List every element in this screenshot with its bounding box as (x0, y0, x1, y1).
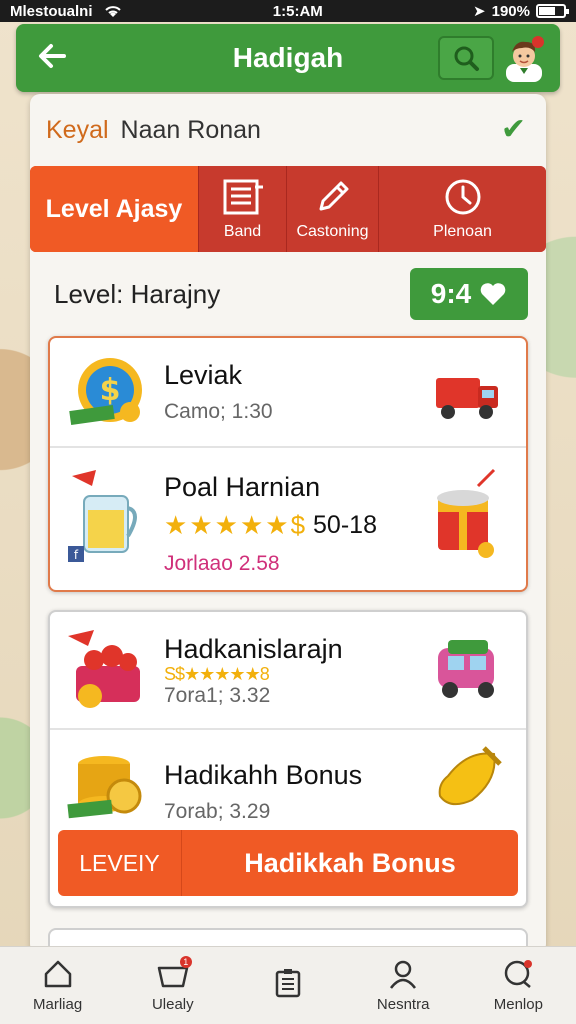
item-title: Hadkanislarajn (164, 634, 343, 664)
profile-avatar[interactable] (502, 34, 546, 82)
reward-card-1: $ Leviak Camo; 1:30 f Poal Harnian ★ ★ ★… (48, 336, 528, 592)
bonus-level-button[interactable]: LEVEIY (58, 830, 182, 896)
clipboard-icon (275, 968, 301, 997)
drink-cup-icon: f (68, 470, 137, 562)
gold-bell-icon (438, 746, 502, 806)
back-arrow-button[interactable] (32, 38, 72, 78)
clock-time: 1:5:AM (272, 2, 323, 20)
pencil-icon (319, 181, 348, 211)
bonus-claim-button[interactable]: Hadikkah Bonus (182, 830, 518, 896)
search-icon (454, 46, 479, 71)
tab-level[interactable]: Level Ajasy (30, 166, 198, 252)
nav-label: Menlop (493, 996, 543, 1013)
item-title: Hadikahh Bonus (164, 760, 363, 790)
tab-band-label: Band (223, 223, 262, 240)
rating-value: 50-18 (313, 511, 377, 539)
location-icon: ➤ (473, 3, 486, 20)
tab-band[interactable]: Band (198, 166, 286, 252)
list-item[interactable]: $ Leviak Camo; 1:30 (50, 338, 526, 448)
star-icon: ★ (214, 510, 238, 540)
wifi-icon (104, 6, 121, 17)
star-icon: ★ (239, 510, 264, 540)
list-icon (223, 179, 263, 215)
score-badge[interactable]: 9:4 (410, 268, 528, 320)
bonus-bar[interactable]: LEVEIY Hadikkah Bonus (58, 830, 518, 896)
score-value: 9:4 (430, 278, 472, 309)
nav-item-home[interactable]: Marliag (3, 958, 113, 1013)
chat-icon (505, 960, 533, 988)
search-button[interactable] (438, 36, 494, 80)
app-bar: Hadigah (16, 24, 560, 92)
item-title: Leviak (164, 360, 243, 390)
nav-label: Marliag (33, 996, 83, 1013)
rating-stars: S$★★★★★8 (164, 664, 270, 684)
header-label: Keyal (46, 115, 109, 144)
battery-percent: 190% (491, 2, 530, 20)
fruit-basket-icon (68, 630, 140, 708)
nav-label: Ulealy (151, 996, 194, 1013)
reward-card-2: Hadkanislarajn S$★★★★★8 7ora1; 3.32 Hadi… (48, 610, 528, 908)
profile-icon (390, 960, 417, 989)
coin-stack-icon (67, 756, 142, 819)
item-subtitle: Jorlaao 2.58 (164, 552, 280, 575)
toy-car-icon (438, 640, 494, 698)
tab-plenoan-label: Plenoan (433, 223, 492, 240)
back-arrow-icon (39, 44, 66, 68)
home-icon (44, 960, 71, 988)
nav-item-basket[interactable]: 1 Ulealy (118, 956, 228, 1013)
heart-icon (480, 283, 506, 305)
star-icon: ★ (189, 510, 213, 540)
list-item[interactable]: Hadikahh Bonus 7orab; 3.29 LEVEIY Hadikk… (50, 730, 526, 906)
coin-icon: $ (69, 358, 142, 425)
nav-item-profile[interactable]: Nesntra (348, 958, 458, 1013)
checkmark-icon[interactable]: ✔ (501, 112, 526, 147)
avatar-icon (506, 36, 544, 82)
tab-bar: Level Ajasy Band Castoning Plenoan (30, 166, 546, 252)
bottom-nav: Marliag 1 Ulealy Nesntra Menlop (0, 946, 576, 1024)
star-icon: ★ (164, 510, 188, 540)
carrier-label: Mlestoualni (10, 2, 93, 20)
header-row: Keyal Naan Ronan ✔ (46, 110, 530, 150)
list-item[interactable]: Hadkanislarajn S$★★★★★8 7ora1; 3.32 (50, 612, 526, 730)
nav-item-clipboard[interactable] (233, 967, 343, 1005)
tab-castoning-label: Castoning (296, 223, 369, 240)
notification-badge: 1 (179, 956, 192, 968)
rating-stars: ★ ★ ★ ★ ★ $ 50-18 (164, 510, 377, 541)
level-label: Level: Harajny (54, 278, 221, 309)
clock-icon (445, 179, 480, 215)
truck-icon (436, 378, 498, 419)
nav-item-chat[interactable]: Menlop (463, 958, 573, 1013)
app-title: Hadigah (232, 42, 344, 73)
gift-bucket-icon (437, 468, 496, 558)
nav-label: Nesntra (376, 996, 430, 1013)
list-item[interactable]: f Poal Harnian ★ ★ ★ ★ ★ $ 50-18 Jorlaao… (50, 448, 526, 590)
star-icon: ★ (265, 510, 289, 540)
level-row: Level: Harajny 9:4 (54, 266, 528, 322)
item-subtitle: 7orab; 3.29 (164, 800, 271, 823)
svg-text:$: $ (100, 373, 121, 408)
item-subtitle: Camo; 1:30 (164, 400, 273, 423)
battery-icon (535, 4, 569, 18)
tab-castoning[interactable]: Castoning (286, 166, 378, 252)
status-bar: Mlestoualni 1:5:AM ➤ 190% (0, 0, 576, 22)
header-value: Naan Ronan (120, 115, 261, 144)
main-panel: Keyal Naan Ronan ✔ Level Ajasy Band Cast… (30, 94, 546, 954)
item-subtitle: 7ora1; 3.32 (164, 684, 271, 707)
tab-plenoan[interactable]: Plenoan (378, 166, 546, 252)
item-title: Poal Harnian (164, 472, 321, 502)
coin-icon: $ (290, 510, 306, 540)
